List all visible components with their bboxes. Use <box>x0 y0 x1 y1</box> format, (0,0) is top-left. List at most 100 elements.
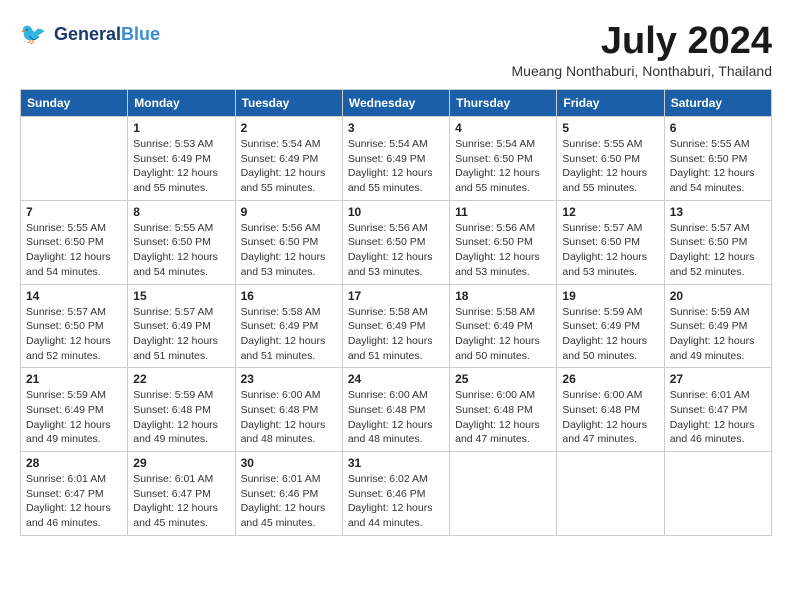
table-row: 18 Sunrise: 5:58 AMSunset: 6:49 PMDayligh… <box>450 284 557 368</box>
table-row <box>21 117 128 201</box>
day-number: 2 <box>241 121 337 135</box>
table-row: 5 Sunrise: 5:55 AMSunset: 6:50 PMDaylight… <box>557 117 664 201</box>
table-row: 20 Sunrise: 5:59 AMSunset: 6:49 PMDayligh… <box>664 284 771 368</box>
logo-text: GeneralBlue <box>54 25 160 45</box>
calendar-week-row: 14Sunrise: 5:57 AMSunset: 6:50 PMDayligh… <box>21 284 772 368</box>
day-number: 16 <box>241 289 337 303</box>
table-row: 30 Sunrise: 6:01 AMSunset: 6:46 PMDayligh… <box>235 452 342 536</box>
day-number: 1 <box>133 121 229 135</box>
day-number: 23 <box>241 372 337 386</box>
table-row: 19 Sunrise: 5:59 AMSunset: 6:49 PMDayligh… <box>557 284 664 368</box>
day-info: Sunrise: 6:00 AMSunset: 6:48 PMDaylight:… <box>241 388 337 447</box>
day-info: Sunrise: 5:56 AMSunset: 6:50 PMDaylight:… <box>241 221 337 280</box>
day-info: Sunrise: 5:59 AMSunset: 6:48 PMDaylight:… <box>133 388 229 447</box>
day-info: Sunrise: 5:59 AMSunset: 6:49 PMDaylight:… <box>26 388 122 447</box>
day-info: Sunrise: 6:00 AMSunset: 6:48 PMDaylight:… <box>348 388 444 447</box>
day-info: Sunrise: 5:59 AMSunset: 6:49 PMDaylight:… <box>562 305 658 364</box>
day-info: Sunrise: 6:00 AMSunset: 6:48 PMDaylight:… <box>455 388 551 447</box>
table-row: 4Sunrise: 5:54 AMSunset: 6:50 PMDaylight… <box>450 117 557 201</box>
table-row: 2 Sunrise: 5:54 AMSunset: 6:49 PMDaylight… <box>235 117 342 201</box>
table-row: 11Sunrise: 5:56 AMSunset: 6:50 PMDayligh… <box>450 200 557 284</box>
day-number: 31 <box>348 456 444 470</box>
calendar-week-row: 7 Sunrise: 5:55 AMSunset: 6:50 PMDaylight… <box>21 200 772 284</box>
table-row: 15Sunrise: 5:57 AMSunset: 6:49 PMDayligh… <box>128 284 235 368</box>
table-row: 24 Sunrise: 6:00 AMSunset: 6:48 PMDayligh… <box>342 368 449 452</box>
col-saturday: Saturday <box>664 90 771 117</box>
day-info: Sunrise: 6:01 AMSunset: 6:47 PMDaylight:… <box>133 472 229 531</box>
day-info: Sunrise: 5:57 AMSunset: 6:50 PMDaylight:… <box>562 221 658 280</box>
day-number: 13 <box>670 205 766 219</box>
day-number: 8 <box>133 205 229 219</box>
col-thursday: Thursday <box>450 90 557 117</box>
day-info: Sunrise: 6:01 AMSunset: 6:47 PMDaylight:… <box>26 472 122 531</box>
day-info: Sunrise: 5:56 AMSunset: 6:50 PMDaylight:… <box>455 221 551 280</box>
location-subtitle: Mueang Nonthaburi, Nonthaburi, Thailand <box>512 63 772 79</box>
day-info: Sunrise: 5:55 AMSunset: 6:50 PMDaylight:… <box>133 221 229 280</box>
page-header: 🐦 GeneralBlue July 2024 Mueang Nonthabur… <box>20 20 772 79</box>
day-number: 24 <box>348 372 444 386</box>
day-number: 14 <box>26 289 122 303</box>
day-number: 18 <box>455 289 551 303</box>
table-row: 12Sunrise: 5:57 AMSunset: 6:50 PMDayligh… <box>557 200 664 284</box>
day-info: Sunrise: 6:01 AMSunset: 6:47 PMDaylight:… <box>670 388 766 447</box>
table-row: 1 Sunrise: 5:53 AMSunset: 6:49 PMDaylight… <box>128 117 235 201</box>
logo-icon: 🐦 <box>20 20 50 50</box>
day-number: 3 <box>348 121 444 135</box>
table-row: 6 Sunrise: 5:55 AMSunset: 6:50 PMDaylight… <box>664 117 771 201</box>
table-row <box>557 452 664 536</box>
day-info: Sunrise: 5:55 AMSunset: 6:50 PMDaylight:… <box>562 137 658 196</box>
day-number: 28 <box>26 456 122 470</box>
calendar-week-row: 21 Sunrise: 5:59 AMSunset: 6:49 PMDayligh… <box>21 368 772 452</box>
table-row: 25 Sunrise: 6:00 AMSunset: 6:48 PMDayligh… <box>450 368 557 452</box>
day-number: 25 <box>455 372 551 386</box>
month-title: July 2024 <box>512 20 772 63</box>
day-number: 5 <box>562 121 658 135</box>
table-row: 21 Sunrise: 5:59 AMSunset: 6:49 PMDayligh… <box>21 368 128 452</box>
svg-text:🐦: 🐦 <box>20 23 46 46</box>
day-info: Sunrise: 5:53 AMSunset: 6:49 PMDaylight:… <box>133 137 229 196</box>
table-row: 22Sunrise: 5:59 AMSunset: 6:48 PMDayligh… <box>128 368 235 452</box>
table-row: 13 Sunrise: 5:57 AMSunset: 6:50 PMDayligh… <box>664 200 771 284</box>
day-info: Sunrise: 5:55 AMSunset: 6:50 PMDaylight:… <box>670 137 766 196</box>
table-row: 8 Sunrise: 5:55 AMSunset: 6:50 PMDaylight… <box>128 200 235 284</box>
day-number: 17 <box>348 289 444 303</box>
col-tuesday: Tuesday <box>235 90 342 117</box>
day-info: Sunrise: 5:54 AMSunset: 6:49 PMDaylight:… <box>241 137 337 196</box>
day-info: Sunrise: 6:01 AMSunset: 6:46 PMDaylight:… <box>241 472 337 531</box>
table-row: 9Sunrise: 5:56 AMSunset: 6:50 PMDaylight… <box>235 200 342 284</box>
day-number: 30 <box>241 456 337 470</box>
table-row: 10Sunrise: 5:56 AMSunset: 6:50 PMDayligh… <box>342 200 449 284</box>
table-row: 3Sunrise: 5:54 AMSunset: 6:49 PMDaylight… <box>342 117 449 201</box>
day-info: Sunrise: 5:55 AMSunset: 6:50 PMDaylight:… <box>26 221 122 280</box>
day-number: 10 <box>348 205 444 219</box>
day-info: Sunrise: 6:00 AMSunset: 6:48 PMDaylight:… <box>562 388 658 447</box>
table-row: 14Sunrise: 5:57 AMSunset: 6:50 PMDayligh… <box>21 284 128 368</box>
table-row: 17 Sunrise: 5:58 AMSunset: 6:49 PMDayligh… <box>342 284 449 368</box>
title-block: July 2024 Mueang Nonthaburi, Nonthaburi,… <box>512 20 772 79</box>
day-info: Sunrise: 5:57 AMSunset: 6:50 PMDaylight:… <box>670 221 766 280</box>
day-info: Sunrise: 5:59 AMSunset: 6:49 PMDaylight:… <box>670 305 766 364</box>
day-number: 7 <box>26 205 122 219</box>
day-info: Sunrise: 5:54 AMSunset: 6:50 PMDaylight:… <box>455 137 551 196</box>
col-monday: Monday <box>128 90 235 117</box>
day-info: Sunrise: 5:58 AMSunset: 6:49 PMDaylight:… <box>455 305 551 364</box>
table-row <box>450 452 557 536</box>
calendar-week-row: 28 Sunrise: 6:01 AMSunset: 6:47 PMDayligh… <box>21 452 772 536</box>
day-number: 21 <box>26 372 122 386</box>
table-row: 28 Sunrise: 6:01 AMSunset: 6:47 PMDayligh… <box>21 452 128 536</box>
table-row: 7 Sunrise: 5:55 AMSunset: 6:50 PMDaylight… <box>21 200 128 284</box>
day-number: 27 <box>670 372 766 386</box>
table-row <box>664 452 771 536</box>
day-info: Sunrise: 5:58 AMSunset: 6:49 PMDaylight:… <box>348 305 444 364</box>
day-info: Sunrise: 5:57 AMSunset: 6:49 PMDaylight:… <box>133 305 229 364</box>
col-wednesday: Wednesday <box>342 90 449 117</box>
day-number: 20 <box>670 289 766 303</box>
table-row: 26 Sunrise: 6:00 AMSunset: 6:48 PMDayligh… <box>557 368 664 452</box>
day-number: 26 <box>562 372 658 386</box>
col-sunday: Sunday <box>21 90 128 117</box>
table-row: 31Sunrise: 6:02 AMSunset: 6:46 PMDayligh… <box>342 452 449 536</box>
logo: 🐦 GeneralBlue <box>20 20 160 50</box>
day-number: 19 <box>562 289 658 303</box>
day-number: 6 <box>670 121 766 135</box>
day-number: 29 <box>133 456 229 470</box>
